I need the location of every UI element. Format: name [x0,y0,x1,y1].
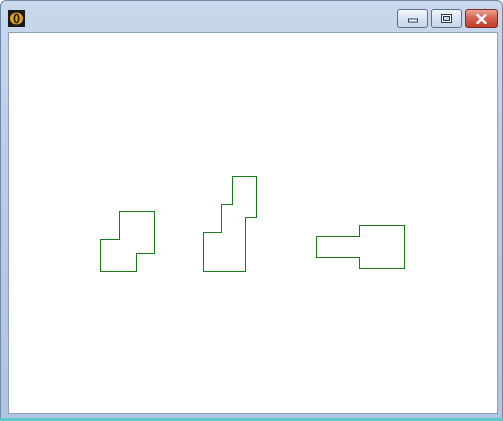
app-window [0,0,503,421]
polygon-shape-3 [316,225,405,269]
minimize-icon [407,18,418,22]
drawing-canvas[interactable] [8,32,498,414]
shapes-layer [100,176,405,272]
polygon-shape-2 [203,176,257,272]
maximize-icon [441,14,452,23]
minimize-button[interactable] [397,9,428,28]
maximize-button[interactable] [431,9,462,28]
close-button[interactable] [465,9,498,28]
title-bar[interactable] [1,1,502,33]
polygon-shape-1 [100,211,155,272]
application-icon[interactable] [8,10,25,27]
close-icon [476,13,487,24]
